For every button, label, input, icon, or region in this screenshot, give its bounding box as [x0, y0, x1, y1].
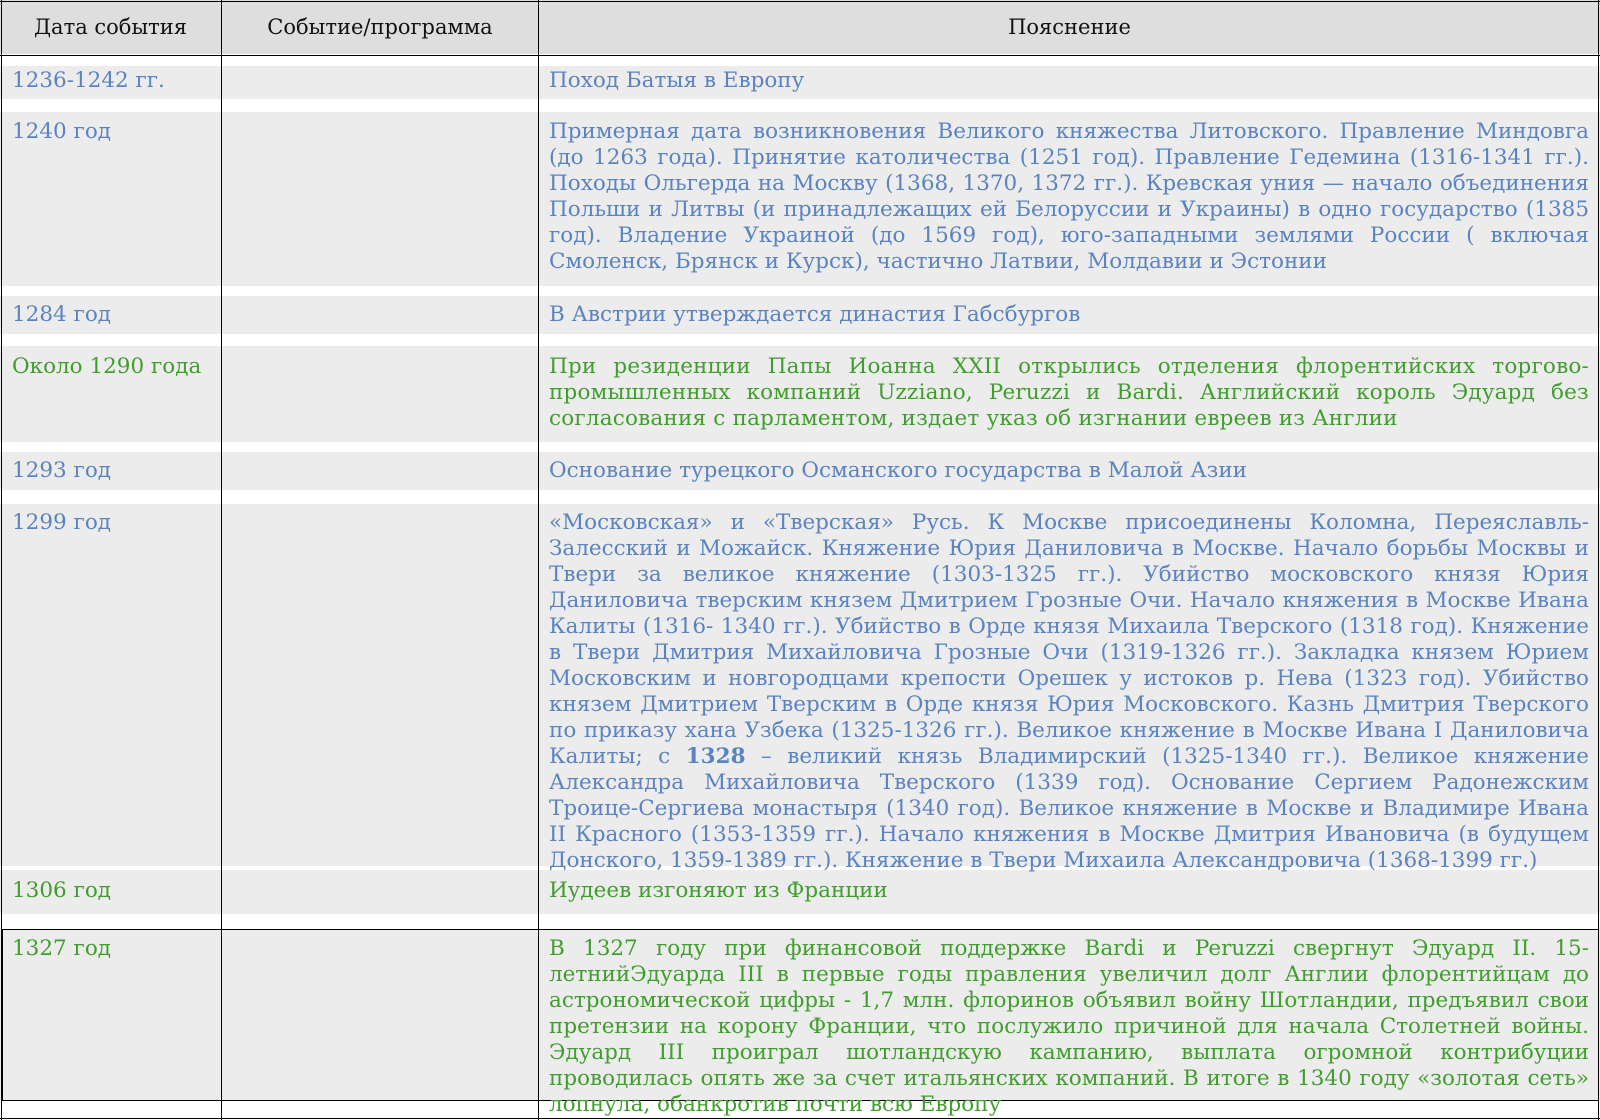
row-note: При резиденции Папы Иоанна XXII открылис… — [549, 354, 1589, 431]
row-date: 1327 год — [12, 936, 111, 961]
row-note: Основание турецкого Османского государст… — [549, 458, 1247, 483]
row-note: «Московская» и «Тверская» Русь. К Москве… — [549, 510, 1589, 874]
row-note: Поход Батыя в Европу — [549, 68, 805, 93]
row-note: Иудеев изгоняют из Франции — [549, 878, 888, 903]
row-note-bold-year: 1328 — [685, 744, 746, 769]
divider — [0, 1118, 1600, 1119]
divider — [1598, 0, 1599, 1120]
divider — [1, 0, 2, 1120]
divider — [0, 1, 1600, 2]
row-date: 1306 год — [12, 878, 111, 903]
row-date: Около 1290 года — [12, 354, 202, 379]
header-note: Пояснение — [539, 0, 1600, 54]
header-date-label: Дата события — [33, 15, 188, 39]
row-note: В 1327 году при финансовой поддержке Bar… — [549, 936, 1589, 1117]
row-date: 1293 год — [12, 458, 111, 483]
row-note: Примерная дата возникновения Великого кн… — [549, 119, 1589, 274]
row-date: 1299 год — [12, 510, 111, 535]
header-note-label: Пояснение — [1008, 15, 1131, 39]
row-date: 1236-1242 гг. — [12, 68, 165, 93]
divider — [221, 0, 222, 1120]
header-event: Событие/программа — [222, 0, 538, 54]
row-note: В Австрии утверждается династия Габсбург… — [549, 302, 1081, 327]
row-date: 1284 год — [12, 302, 111, 327]
divider — [0, 55, 1600, 56]
timeline-table: Дата события Событие/программа Пояснение… — [0, 0, 1600, 1120]
divider — [538, 0, 539, 1120]
header-event-label: Событие/программа — [267, 15, 493, 39]
header-date: Дата события — [0, 0, 221, 54]
row-note-part: «Московская» и «Тверская» Русь. К Москве… — [549, 510, 1589, 769]
row-date: 1240 год — [12, 119, 111, 144]
